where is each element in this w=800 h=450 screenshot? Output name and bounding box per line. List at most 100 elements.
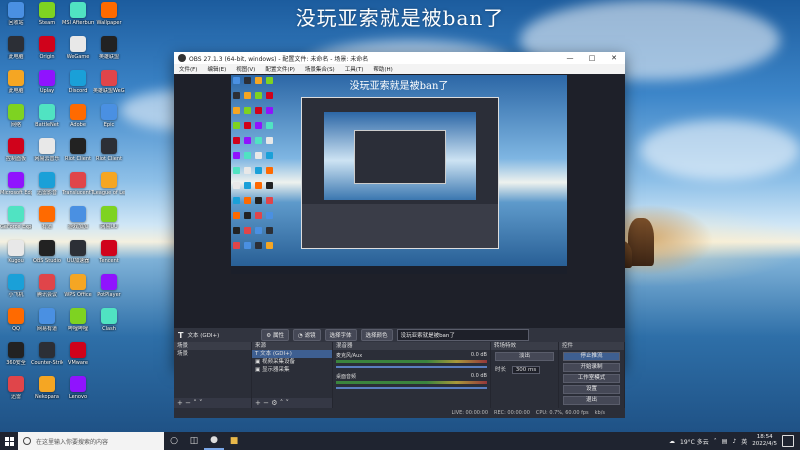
desktop-icon[interactable]: 英雄联盟 — [93, 36, 125, 60]
desktop-icon[interactable]: Tencent — [93, 240, 125, 264]
desktop-icon[interactable]: League of Legends — [93, 172, 125, 196]
desktop-icon[interactable]: BattleNet — [31, 104, 63, 128]
menu-scene-collection[interactable]: 场景集合(S) — [300, 65, 340, 73]
gear-icon[interactable]: ⚙ — [271, 399, 277, 407]
desktop-icon[interactable]: Discord — [62, 70, 94, 94]
desktop-icon[interactable]: Nekopara — [31, 376, 63, 400]
desktop-icon[interactable]: Counter-Strike Global Off — [31, 342, 63, 366]
exit-button[interactable]: 退出 — [563, 396, 620, 405]
obs-titlebar[interactable]: OBS 27.1.3 (64-bit, windows) - 配置文件: 未命名… — [174, 52, 625, 64]
add-icon[interactable]: + — [255, 399, 261, 407]
notification-icon[interactable] — [782, 435, 794, 447]
desktop-icon[interactable]: 小飞机 — [0, 274, 32, 298]
tray-arrow-icon[interactable]: ˄ — [714, 438, 717, 445]
desktop-icon[interactable]: 360安全 — [0, 342, 32, 366]
volume-slider[interactable] — [336, 366, 487, 368]
up-icon[interactable]: ˄ — [193, 399, 197, 407]
desktop-icon[interactable]: 网易云音乐 — [31, 138, 63, 162]
desktop-icon[interactable]: VMware — [62, 342, 94, 366]
source-item[interactable]: ▣ 视频采集设备 — [252, 358, 332, 366]
desktop-icon[interactable]: Wallpaper — [93, 2, 125, 26]
desktop-icon[interactable]: 回收站 — [0, 2, 32, 26]
desktop-icon[interactable]: 有道 — [31, 206, 63, 230]
volume-icon[interactable]: ♪ — [732, 438, 736, 445]
start-button[interactable] — [0, 432, 18, 450]
taskbar-search[interactable]: 在这里输入你要搜索的内容 — [18, 432, 164, 450]
file-explorer-icon[interactable]: ■ — [224, 432, 244, 450]
minimize-button[interactable]: — — [559, 54, 581, 62]
task-view-icon[interactable]: ◫ — [184, 432, 204, 450]
desktop-icon[interactable]: 此电脑 — [0, 36, 32, 60]
cortana-icon[interactable]: ○ — [164, 432, 184, 450]
down-icon[interactable]: ˅ — [285, 399, 289, 407]
properties-button[interactable]: ⚙ 属性 — [261, 329, 289, 341]
clock[interactable]: 18:54 2022/4/5 — [752, 434, 777, 448]
select-font-button[interactable]: 选择字体 — [324, 329, 357, 341]
obs-taskbar-icon[interactable]: ● — [204, 432, 224, 450]
weather-icon[interactable]: ☁ — [669, 438, 675, 445]
language-indicator[interactable]: 英 — [741, 437, 747, 446]
desktop-icon[interactable]: UU加速器 — [62, 240, 94, 264]
transition-select[interactable]: 淡出 — [495, 352, 554, 361]
desktop-icon[interactable]: Epic — [93, 104, 125, 128]
stop-stream-button[interactable]: 停止推流 — [563, 352, 620, 361]
menu-help[interactable]: 帮助(H) — [368, 65, 397, 73]
volume-slider[interactable] — [336, 387, 487, 389]
desktop-icon[interactable]: Riot Client — [93, 138, 125, 162]
desktop-icon[interactable]: Microsoft Edge — [0, 172, 32, 196]
desktop-icon[interactable]: Steam — [31, 2, 63, 26]
weather-text[interactable]: 19°C 多云 — [680, 437, 709, 446]
desktop-icon[interactable]: GeForce Experience — [0, 206, 32, 230]
source-item[interactable]: ▣ 显示器采集 — [252, 366, 332, 374]
settings-button[interactable]: 设置 — [563, 385, 620, 394]
desktop-icon[interactable]: Origin — [31, 36, 63, 60]
desktop-icon[interactable]: 游戏加加 — [62, 206, 94, 230]
desktop-icon[interactable]: 控制面板 — [0, 138, 32, 162]
scene-item[interactable]: 场景 — [174, 350, 251, 358]
menu-tools[interactable]: 工具(T) — [340, 65, 369, 73]
start-recording-button[interactable]: 开始录制 — [563, 363, 620, 372]
desktop-icon[interactable]: WPS Office — [62, 274, 94, 298]
duration-input[interactable]: 300 ms — [511, 366, 541, 374]
studio-mode-button[interactable]: 工作室模式 — [563, 374, 620, 383]
desktop-icon[interactable]: Lenovo — [62, 376, 94, 400]
desktop-icon[interactable]: Clash — [93, 308, 125, 332]
desktop-icon[interactable]: WeGame — [62, 36, 94, 60]
obs-preview-area[interactable]: 没玩亚索就是被ban了 — [174, 74, 625, 328]
down-icon[interactable]: ˅ — [199, 399, 203, 407]
desktop-icon[interactable]: Kugou — [0, 240, 32, 264]
menu-view[interactable]: 视图(V) — [231, 65, 260, 73]
desktop-icon[interactable]: MSI Afterburner — [62, 2, 94, 26]
desktop-icon[interactable]: QQ — [0, 308, 32, 332]
text-value-input[interactable]: 没玩亚索就是被ban了 — [396, 329, 529, 341]
select-color-button[interactable]: 选择颜色 — [360, 329, 393, 341]
menu-file[interactable]: 文件(F) — [174, 65, 202, 73]
desktop-icon[interactable]: TranslucentTB — [62, 172, 94, 196]
add-icon[interactable]: + — [177, 399, 183, 407]
menu-edit[interactable]: 编辑(E) — [202, 65, 231, 73]
desktop-icon[interactable]: 哔哩哔哩 — [62, 308, 94, 332]
desktop-icon[interactable]: 网络 — [0, 104, 32, 128]
desktop-icon[interactable]: Uplay — [31, 70, 63, 94]
desktop-icon[interactable]: Adobe — [62, 104, 94, 128]
desktop-icon[interactable]: 英雄联盟WeGame — [93, 70, 125, 94]
menu-profile[interactable]: 配置文件(P) — [260, 65, 300, 73]
desktop-icon[interactable]: 网易有道 — [31, 308, 63, 332]
maximize-button[interactable]: □ — [581, 54, 603, 62]
obs-preview-canvas[interactable]: 没玩亚索就是被ban了 — [231, 75, 567, 274]
desktop-icon[interactable]: 迅雷 — [0, 376, 32, 400]
remove-icon[interactable]: − — [185, 399, 191, 407]
source-item[interactable]: T 文本 (GDI+) — [252, 350, 332, 358]
desktop-icon[interactable]: 腾讯会议 — [31, 274, 63, 298]
desktop-icon[interactable]: 网易UU — [93, 206, 125, 230]
desktop-icon[interactable]: 迅雷影音 — [31, 172, 63, 196]
remove-icon[interactable]: − — [263, 399, 269, 407]
up-icon[interactable]: ˄ — [280, 399, 284, 407]
desktop-icon[interactable]: 此电脑 — [0, 70, 32, 94]
desktop-icon[interactable]: Riot Client — [62, 138, 94, 162]
desktop-icon[interactable]: OBS Studio — [31, 240, 63, 264]
network-icon[interactable]: ▤ — [722, 438, 728, 445]
filters-button[interactable]: ◔ 滤镜 — [292, 329, 321, 341]
desktop-icon[interactable]: PotPlayer — [93, 274, 125, 298]
close-button[interactable]: ✕ — [603, 54, 625, 62]
